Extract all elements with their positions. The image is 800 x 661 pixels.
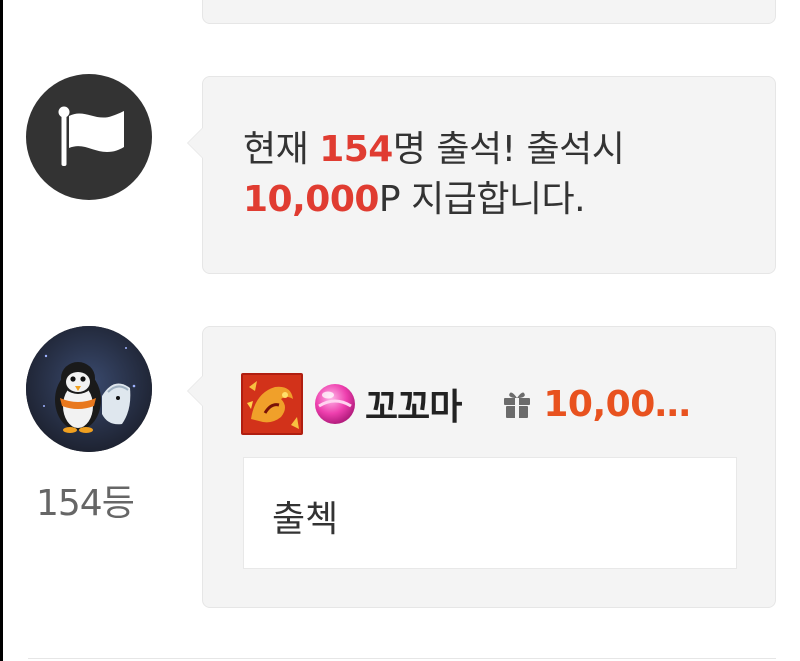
notice-count-suffix: 명 출석! 출석시 <box>392 129 625 170</box>
comment-bubble: 꼬꼬마 10,00… 출첵 <box>187 326 776 608</box>
reward-points: 10,000 <box>243 179 379 220</box>
comment-header: 꼬꼬마 10,00… <box>241 371 691 437</box>
left-border <box>0 0 3 661</box>
user-nickname[interactable]: 꼬꼬마 <box>365 378 462 430</box>
dragon-badge-icon <box>241 373 303 435</box>
candy-badge-icon <box>311 380 359 428</box>
previous-comment-bubble <box>202 0 776 24</box>
comment-text: 출첵 <box>272 499 339 540</box>
notice-line-1: 현재 154명 출석! 출석시 <box>243 125 625 175</box>
gift-icon <box>501 388 533 420</box>
attendance-notice: 현재 154명 출석! 출석시 10,000P 지급합니다. <box>243 125 625 225</box>
user-rank: 154등 <box>36 483 135 524</box>
notice-bubble: 현재 154명 출석! 출석시 10,000P 지급합니다. <box>187 76 776 274</box>
bubble-tail <box>187 127 203 159</box>
notice-points-suffix: P 지급합니다. <box>378 179 586 220</box>
notice-prefix: 현재 <box>243 129 320 170</box>
notice-line-2: 10,000P 지급합니다. <box>243 175 624 225</box>
user-avatar[interactable] <box>26 326 152 452</box>
flag-icon <box>58 106 124 166</box>
notice-avatar <box>26 74 152 200</box>
gift-amount: 10,00… <box>543 383 691 425</box>
penguin-avatar <box>26 326 152 452</box>
bottom-divider <box>28 658 776 659</box>
bubble-tail <box>187 375 203 407</box>
attendance-count: 154 <box>319 129 393 170</box>
comment-content-box: 출첵 <box>243 457 737 569</box>
